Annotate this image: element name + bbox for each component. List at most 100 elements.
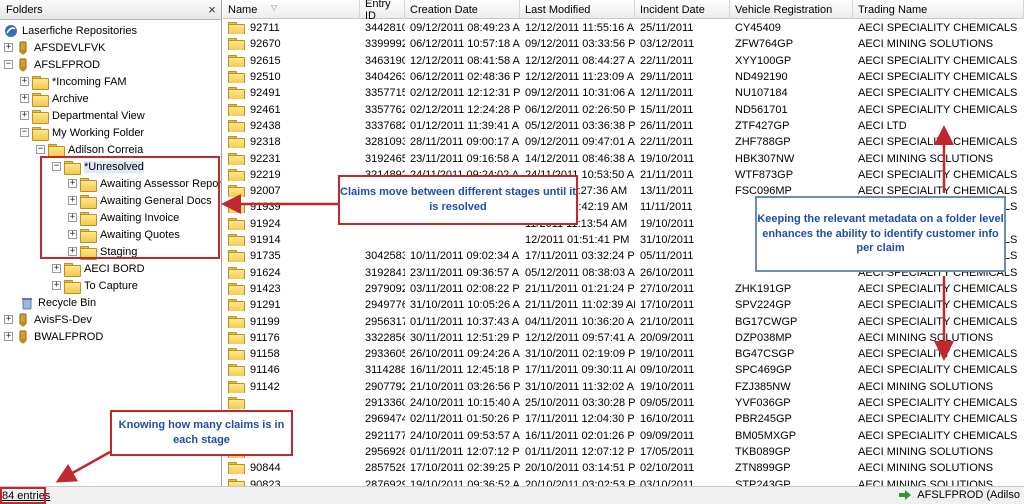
tree-item[interactable]: Recycle Bin [20, 294, 96, 311]
table-row[interactable]: 92461 3357762 02/12/2011 12:24:28 PM 06/12/… [223, 102, 1024, 118]
expand-icon[interactable]: + [68, 196, 77, 205]
table-row[interactable]: 92491 3357715 02/12/2011 12:12:31 PM 09/12/… [223, 85, 1024, 101]
expand-icon[interactable]: + [20, 111, 29, 120]
tree-item[interactable]: − *Unresolved [52, 158, 144, 175]
column-header[interactable]: Vehicle Registration [730, 0, 853, 19]
column-header[interactable]: Creation Date [405, 0, 520, 19]
cell-text: 06/12/2011 02:48:36 PM [410, 71, 520, 84]
expand-icon[interactable]: + [20, 94, 29, 103]
cell-text: 16/11/2011 02:01:26 PM [525, 429, 635, 442]
table-row[interactable]: 2969474 02/11/2011 01:50:26 PM 17/11/2011 … [223, 411, 1024, 427]
table-cell: 21/11/2011 01:21:24 PM [520, 283, 635, 295]
table-row[interactable]: 92670 3399992 06/12/2011 10:57:18 AM 09/12/… [223, 36, 1024, 52]
table-cell: 05/12/2011 03:36:38 PM [520, 120, 635, 132]
tree-item[interactable]: + AvisFS-Dev [4, 311, 92, 328]
table-row[interactable]: 92510 3404263 06/12/2011 02:48:36 PM 12/12/… [223, 69, 1024, 85]
folder-icon [228, 282, 245, 295]
folder-icon [228, 364, 245, 377]
expand-icon[interactable]: + [20, 77, 29, 86]
cell-text: 3114288 [365, 364, 405, 377]
column-header[interactable]: Entry ID [360, 0, 405, 22]
table-cell: 2969474 [360, 413, 405, 425]
tree-item[interactable]: + Staging [68, 243, 137, 260]
table-cell: AECI SPECIALITY CHEMICALS [853, 87, 1024, 99]
tree-item[interactable]: + Departmental View [20, 107, 145, 124]
table-row[interactable]: 91199 2956317 01/11/2011 10:37:43 AM 04/11/… [223, 313, 1024, 329]
table-row[interactable]: 90823 2876929 19/10/2011 09:36:52 AM 20/10/… [223, 476, 1024, 486]
cell-text: AECI MINING SOLUTIONS [858, 152, 994, 165]
expand-icon[interactable]: + [52, 264, 61, 273]
expand-icon[interactable]: + [68, 230, 77, 239]
tree-item[interactable]: + Awaiting Quotes [68, 226, 180, 243]
table-row[interactable]: 90844 2857528 17/10/2011 02:39:25 PM 20/10/… [223, 460, 1024, 476]
column-header[interactable]: Last Modified [520, 0, 635, 19]
table-row[interactable]: 92231 3192465 23/11/2011 09:16:58 AM 14/12/… [223, 150, 1024, 166]
tree-item[interactable]: + BWALFPROD [4, 328, 103, 345]
table-row[interactable]: 2956928 01/11/2011 12:07:12 PM 01/11/2011 … [223, 444, 1024, 460]
close-icon[interactable]: × [203, 2, 221, 17]
cell-text: AECI SPECIALITY CHEMICALS [858, 397, 1018, 410]
table-row[interactable]: 2921177 24/10/2011 09:53:57 AM 16/11/2011 … [223, 428, 1024, 444]
collapse-icon[interactable]: − [36, 145, 45, 154]
cell-text: 15/11/2011 [640, 103, 694, 116]
tree-item[interactable]: + Awaiting General Docs [68, 192, 212, 209]
expand-icon[interactable]: + [4, 43, 13, 52]
tree-item[interactable]: + AECI BORD [52, 260, 145, 277]
table-row[interactable]: 91176 3322856 30/11/2011 12:51:29 PM 12/12/… [223, 330, 1024, 346]
folder-icon [64, 160, 81, 175]
tree-item[interactable]: − Adilson Correia [36, 141, 143, 158]
folder-icon [228, 119, 245, 132]
table-row[interactable]: 91291 2949776 31/10/2011 10:05:26 AM 21/11/… [223, 297, 1024, 313]
table-row[interactable]: 92711 3442810 09/12/2011 08:49:23 AM 12/12/… [223, 20, 1024, 36]
folder-icon [228, 397, 245, 410]
tree-item[interactable]: + *Incoming FAM [20, 73, 127, 90]
tree-item[interactable]: + To Capture [52, 277, 138, 294]
cell-text: AECI SPECIALITY CHEMICALS [858, 103, 1018, 116]
collapse-icon[interactable]: − [4, 60, 13, 69]
expand-icon[interactable]: + [4, 332, 13, 341]
cell-text: 01/11/2011 12:07:12 PM [410, 445, 520, 458]
expand-icon[interactable]: + [4, 315, 13, 324]
tree-item[interactable]: + Awaiting Assessor Report [68, 175, 221, 192]
cell-text: AECI MINING SOLUTIONS [858, 445, 994, 458]
table-row[interactable]: 92615 3463190 12/12/2011 08:41:58 AM 12/12/… [223, 53, 1024, 69]
cell-text: 09/10/2011 [640, 364, 695, 377]
cell-text: ND492190 [735, 71, 788, 84]
table-row[interactable]: 92318 3281093 28/11/2011 09:00:17 AM 09/12/… [223, 134, 1024, 150]
column-header-label: Trading Name [858, 3, 928, 16]
table-row[interactable]: 91158 2933605 26/10/2011 09:24:26 AM 31/10/… [223, 346, 1024, 362]
expand-icon[interactable]: + [68, 213, 77, 222]
table-row[interactable]: 92438 3337682 01/12/2011 11:39:41 AM 05/12/… [223, 118, 1024, 134]
table-row[interactable]: 91146 3114288 16/11/2011 12:45:18 PM 17/11/… [223, 362, 1024, 378]
cell-text: 21/10/2011 [640, 315, 695, 328]
tree-item[interactable]: + Awaiting Invoice [68, 209, 179, 226]
cell-text: 92219 [250, 168, 281, 181]
tree-item[interactable]: + AFSDEVLFVK [4, 39, 106, 56]
expand-icon[interactable]: + [68, 247, 77, 256]
table-cell: 03/12/2011 [635, 38, 730, 50]
cell-text: AECI MINING SOLUTIONS [858, 462, 994, 475]
column-header[interactable]: Trading Name [853, 0, 1024, 19]
tree-item[interactable]: Laserfiche Repositories [4, 22, 137, 39]
column-header[interactable]: Incident Date [635, 0, 730, 19]
collapse-icon[interactable]: − [20, 128, 29, 137]
table-row[interactable]: 2913360 24/10/2011 10:15:40 AM 25/10/2011 … [223, 395, 1024, 411]
tree-item[interactable]: − My Working Folder [20, 124, 144, 141]
expand-icon[interactable]: + [52, 281, 61, 290]
column-header[interactable]: Name ▽ [223, 0, 360, 19]
cell-text: 91176 [250, 331, 280, 344]
table-row[interactable]: 91142 2907792 21/10/2011 03:26:56 PM 31/10/… [223, 379, 1024, 395]
cell-text: ND561701 [735, 103, 788, 116]
folder-icon [228, 103, 245, 116]
cell-text: 09/05/2011 [640, 397, 695, 410]
table-row[interactable]: 91423 2979092 03/11/2011 02:08:22 PM 21/11/… [223, 281, 1024, 297]
expand-icon[interactable]: + [68, 179, 77, 188]
tree-item[interactable]: + Archive [20, 90, 89, 107]
tree-item[interactable]: − AFSLFPROD [4, 56, 100, 73]
cell-text: YVF036GP [735, 397, 791, 410]
column-header-label: Creation Date [410, 3, 478, 16]
table-cell: 2933605 [360, 348, 405, 360]
collapse-icon[interactable]: − [52, 162, 61, 171]
cell-text: 91291 [250, 299, 281, 312]
cell-text: 09/12/2011 08:49:23 AM [410, 22, 520, 35]
